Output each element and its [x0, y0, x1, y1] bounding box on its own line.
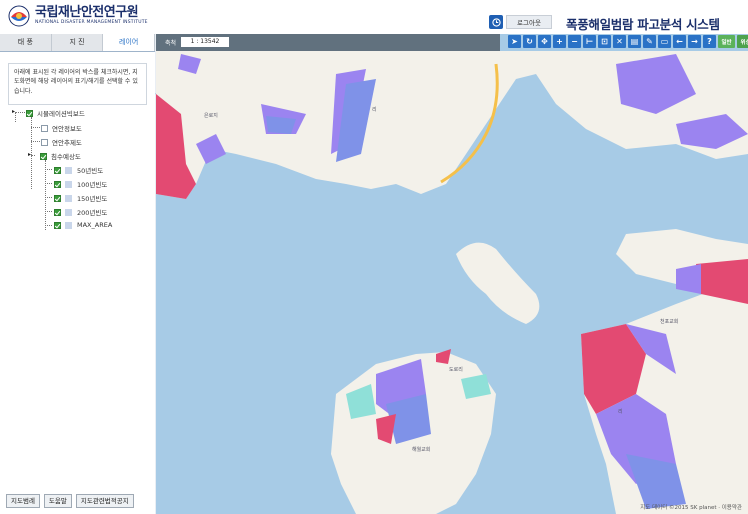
panel-tabs: 태 풍 지 진 레이어 [0, 34, 156, 52]
flood-zone-blue [266, 116, 296, 134]
logo-emblem-icon [8, 5, 30, 27]
pencil-icon: ✎ [646, 37, 653, 46]
layer-label: MAX_AREA [77, 221, 113, 229]
next-view-button[interactable]: → [688, 35, 701, 48]
checkbox[interactable] [54, 194, 61, 202]
checkbox[interactable] [41, 124, 48, 132]
map-label: 은로지 [204, 113, 218, 119]
tab-typhoon[interactable]: 태 풍 [0, 34, 52, 51]
map-legend-button[interactable]: 지도범례 [6, 494, 40, 508]
map-toolbar: ➤ ↻ ✥ + − ⊢ ⊡ ✕ ▤ ✎ ▭ ← → ? 일반 위성 [508, 35, 748, 48]
refresh-tool-button[interactable]: ↻ [523, 35, 536, 48]
clock-button[interactable] [489, 15, 503, 29]
help-tool-button[interactable]: ? [703, 35, 716, 48]
legend-swatch [65, 166, 72, 174]
pan-icon: ✥ [541, 37, 548, 46]
logo: 국립재난안전연구원 NATIONAL DISASTER MANAGEMENT I… [8, 5, 148, 27]
layer-label: 연안추제도 [52, 139, 82, 147]
map-label: 리 [372, 107, 377, 113]
checkbox[interactable] [54, 221, 61, 229]
layer-label: 150년빈도 [77, 195, 108, 203]
tab-earthquake[interactable]: 지 진 [51, 34, 104, 51]
map-attribution: 지도 데이터 ©2015 SK planet · 이용약관 [640, 505, 742, 511]
legend-swatch [65, 180, 72, 188]
help-icon: ? [707, 37, 712, 46]
expand-toggle-icon[interactable]: ▸ [12, 108, 15, 115]
map-canvas[interactable] [156, 34, 748, 514]
map-view[interactable]: 은로지 리 천포교회 도로리 해월교회 리 축척 1 : 13542 ➤ ↻ ✥… [156, 34, 748, 514]
tab-layer[interactable]: 레이어 [103, 34, 156, 51]
close-icon: ✕ [616, 37, 623, 46]
checkbox[interactable] [54, 166, 61, 174]
layer-simulation[interactable]: 시뮬레이션빅보드 [26, 108, 85, 118]
layer-50yr[interactable]: 50년빈도 [54, 165, 103, 175]
draw-tool-button[interactable]: ✎ [643, 35, 656, 48]
edit-icon: ▭ [660, 37, 669, 46]
org-subtitle: NATIONAL DISASTER MANAGEMENT INSTITUTE [35, 20, 148, 26]
satellite-map-button[interactable]: 위성 [737, 35, 748, 48]
arrow-right-icon: → [691, 37, 698, 46]
layer-label: 50년빈도 [77, 167, 104, 175]
expand-toggle-icon[interactable]: ▸ [28, 151, 31, 158]
logout-button[interactable]: 로그아웃 [506, 15, 552, 29]
measure-area-button[interactable]: ⊡ [598, 35, 611, 48]
checkbox[interactable] [54, 180, 61, 188]
left-panel: 태 풍 지 진 레이어 아래에 표시된 각 레이어의 박스를 체크하시면, 지도… [0, 34, 156, 514]
legend-swatch [65, 194, 72, 202]
layer-max-area[interactable]: MAX_AREA [54, 221, 112, 229]
measure-distance-button[interactable]: ⊢ [583, 35, 596, 48]
area-icon: ⊡ [601, 37, 608, 46]
arrow-left-icon: ← [676, 37, 683, 46]
ruler-icon: ⊢ [585, 37, 594, 46]
zoom-in-tool-button[interactable]: + [553, 35, 566, 48]
bottom-buttons: 지도범례 도움말 지도관련법적공지 [6, 494, 134, 508]
normal-map-button[interactable]: 일반 [718, 35, 735, 48]
layer-label: 시뮬레이션빅보드 [37, 110, 85, 118]
legal-notice-button[interactable]: 지도관련법적공지 [75, 494, 134, 508]
scale-input[interactable]: 1 : 13542 [181, 37, 229, 47]
map-label: 도로리 [449, 367, 463, 373]
checkbox[interactable] [40, 152, 47, 160]
layer-150yr[interactable]: 150년빈도 [54, 193, 107, 203]
edit-tool-button[interactable]: ▭ [658, 35, 671, 48]
print-tool-button[interactable]: ▤ [628, 35, 641, 48]
pan-tool-button[interactable]: ✥ [538, 35, 551, 48]
checkbox[interactable] [54, 208, 61, 216]
prev-view-button[interactable]: ← [673, 35, 686, 48]
pointer-icon: ➤ [511, 37, 518, 46]
org-name: 국립재난안전연구원 [35, 5, 139, 21]
zoom-out-tool-button[interactable]: − [568, 35, 581, 48]
header: 국립재난안전연구원 NATIONAL DISASTER MANAGEMENT I… [0, 0, 748, 35]
clock-icon [491, 17, 501, 27]
refresh-icon: ↻ [526, 37, 533, 46]
layer-flood-forecast[interactable]: 침수예상도 [40, 151, 81, 161]
layer-label: 연안정보도 [52, 125, 82, 133]
legend-swatch [65, 208, 72, 216]
print-icon: ▤ [630, 37, 639, 46]
legend-swatch [65, 221, 72, 229]
checkbox[interactable] [41, 138, 48, 146]
clear-tool-button[interactable]: ✕ [613, 35, 626, 48]
layer-100yr[interactable]: 100년빈도 [54, 179, 107, 189]
layer-description: 아래에 표시된 각 레이어의 박스를 체크하시면, 지도화면에 해당 레이어의 … [8, 63, 147, 105]
help-button[interactable]: 도움말 [43, 494, 72, 508]
layer-coastal-chart[interactable]: 연안추제도 [41, 137, 82, 147]
layer-label: 침수예상도 [51, 153, 81, 161]
system-title: 폭풍해일범람 파고분석 시스템 [566, 17, 720, 32]
scale-bar: 축척 1 : 13542 [156, 34, 500, 51]
flood-zone-purple [676, 264, 701, 294]
map-label: 천포교회 [660, 319, 679, 325]
layer-label: 200년빈도 [77, 209, 108, 217]
layer-label: 100년빈도 [77, 181, 108, 189]
layer-200yr[interactable]: 200년빈도 [54, 207, 107, 217]
checkbox[interactable] [26, 109, 33, 117]
scale-label: 축척 [165, 40, 177, 47]
map-label: 해월교회 [412, 447, 431, 453]
zoom-out-icon: − [571, 37, 578, 46]
layer-coastal-info[interactable]: 연안정보도 [41, 123, 82, 133]
zoom-in-icon: + [556, 37, 563, 46]
map-label: 리 [618, 409, 623, 415]
pointer-tool-button[interactable]: ➤ [508, 35, 521, 48]
